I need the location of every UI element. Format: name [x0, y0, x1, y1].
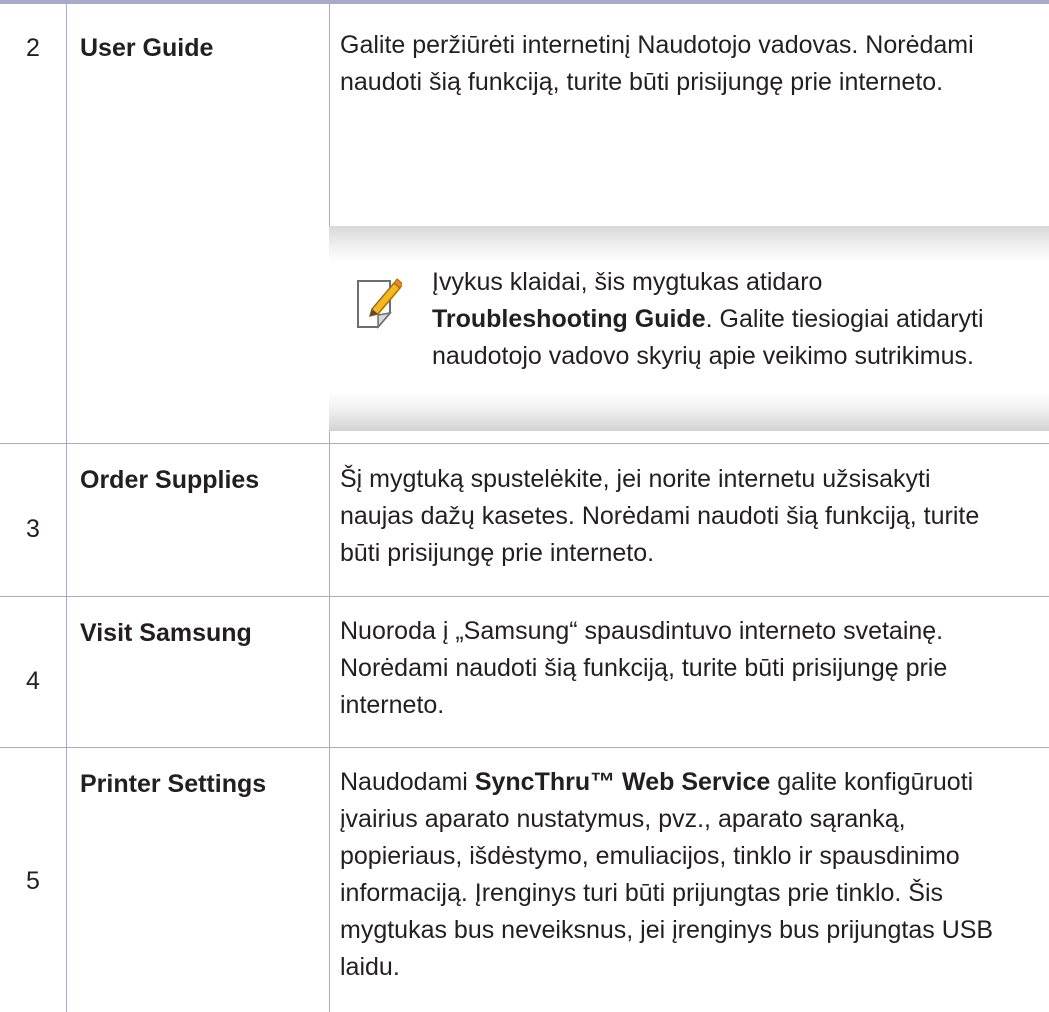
note-pencil-icon	[357, 278, 402, 329]
table-top-rule	[0, 0, 1049, 4]
row-description: Šį mygtuką spustelėkite, jei norite inte…	[340, 465, 980, 567]
row-name: Visit Samsung	[80, 619, 252, 647]
note-text: Įvykus klaidai, šis mygtukas atidaro Tro…	[432, 268, 984, 370]
row-divider	[0, 596, 1049, 597]
row-number: 5	[26, 867, 40, 895]
column-divider-1	[66, 4, 67, 1012]
row-divider	[0, 443, 1049, 444]
row-description: Nuoroda į „Samsung“ spausdintuvo interne…	[340, 617, 948, 719]
row-name: Order Supplies	[80, 466, 260, 494]
row-name: User Guide	[80, 34, 214, 62]
column-divider-2b	[329, 431, 330, 1012]
row-divider	[0, 747, 1049, 748]
row-number: 2	[26, 34, 40, 62]
row-number: 3	[26, 515, 40, 543]
row-description: Naudodami SyncThru™ Web Service galite k…	[340, 768, 994, 981]
row-number: 4	[26, 667, 40, 695]
row-description: Galite peržiūrėti internetinį Naudotojo …	[340, 31, 974, 96]
row-name: Printer Settings	[80, 770, 267, 798]
column-divider-2	[329, 4, 330, 226]
